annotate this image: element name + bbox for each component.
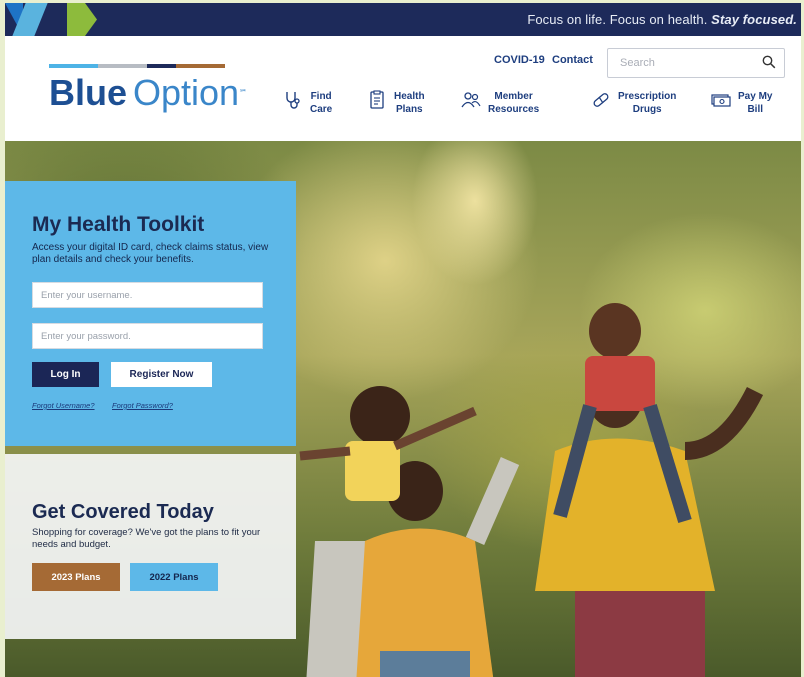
nav-health-plans[interactable]: Health Plans — [367, 90, 425, 116]
contact-link[interactable]: Contact — [552, 54, 593, 66]
health-toolkit-panel: My Health Toolkit Access your digital ID… — [5, 181, 296, 446]
search-box — [607, 48, 785, 78]
nav-label: Prescription — [618, 91, 677, 102]
toolkit-title: My Health Toolkit — [32, 213, 205, 236]
plans-2022-button[interactable]: 2022 Plans — [130, 563, 218, 591]
nav-prescription-drugs[interactable]: Prescription Drugs — [591, 90, 676, 116]
nav-find-care[interactable]: Find Care — [283, 90, 332, 116]
document-icon — [370, 90, 384, 109]
people-icon — [461, 92, 481, 108]
tagline-main: Focus on life. Focus on health. — [527, 12, 712, 27]
site-header: BlueOption℠ COVID-19 Contact Find Care — [5, 36, 801, 141]
decorative-shape — [67, 3, 97, 36]
nav-label: Resources — [488, 104, 540, 115]
nav-label: Care — [310, 104, 333, 115]
nav-label: Health — [394, 91, 425, 102]
page-frame: Focus on life. Focus on health. Stay foc… — [5, 3, 801, 677]
nav-label: Find — [310, 91, 332, 102]
logo-word-blue: Blue — [49, 72, 128, 113]
toolkit-description: Access your digital ID card, check claim… — [32, 242, 269, 265]
stripe-segment — [97, 64, 147, 68]
logo-word-option: Option — [133, 72, 240, 113]
nav-label: Pay My — [738, 91, 773, 102]
forgot-password-link[interactable]: Forgot Password? — [112, 401, 173, 410]
login-button[interactable]: Log In — [32, 362, 99, 387]
covid-link[interactable]: COVID-19 — [494, 54, 545, 66]
search-icon[interactable] — [762, 55, 776, 69]
search-input[interactable] — [618, 49, 762, 77]
nav-label: Plans — [395, 104, 423, 115]
stripe-segment — [176, 64, 225, 68]
top-strip: Focus on life. Focus on health. Stay foc… — [5, 3, 801, 36]
family-photo — [299, 303, 764, 677]
covered-title: Get Covered Today — [32, 501, 214, 523]
nav-pay-my-bill[interactable]: Pay My Bill — [711, 90, 772, 116]
forgot-username-link[interactable]: Forgot Username? — [32, 401, 95, 410]
covered-description: Shopping for coverage? We've got the pla… — [32, 527, 261, 550]
tagline: Focus on life. Focus on health. Stay foc… — [527, 12, 797, 27]
register-button[interactable]: Register Now — [111, 362, 212, 387]
nav-member-resources[interactable]: Member Resources — [461, 90, 539, 116]
nav-label: Member — [494, 91, 533, 102]
hero-section: My Health Toolkit Access your digital ID… — [5, 141, 801, 677]
stethoscope-icon — [286, 92, 300, 109]
plans-2023-button[interactable]: 2023 Plans — [32, 563, 120, 591]
username-field[interactable] — [32, 282, 263, 308]
logo-stripe — [49, 64, 225, 68]
money-icon — [711, 94, 731, 107]
stripe-segment — [146, 64, 177, 68]
nav-label: Drugs — [632, 104, 662, 115]
password-field[interactable] — [32, 323, 263, 349]
site-logo[interactable]: Blue Option℠ — [49, 73, 247, 113]
get-covered-panel: Get Covered Today Shopping for coverage?… — [5, 454, 296, 639]
stripe-segment — [49, 64, 98, 68]
tagline-emphasis: Stay focused. — [711, 12, 797, 27]
logo-trademark: ℠ — [239, 88, 248, 97]
pill-icon — [593, 93, 609, 107]
nav-label: Bill — [747, 104, 764, 115]
